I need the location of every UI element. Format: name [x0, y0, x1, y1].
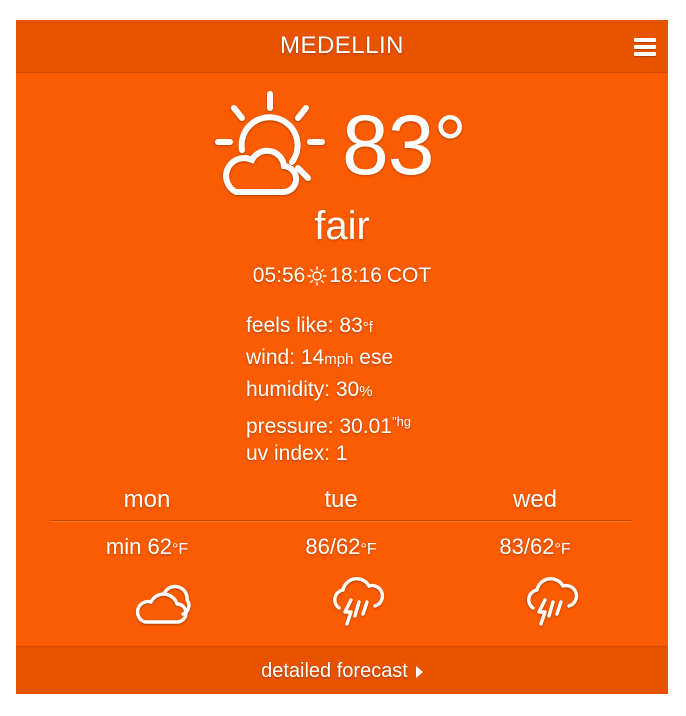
uv-index-label: uv index:: [246, 442, 331, 465]
feels-like-label: feels like:: [246, 314, 334, 337]
wind-direction: ese: [359, 346, 394, 369]
forecast-unit: °F: [554, 541, 571, 558]
forecast-section: mon tue wed min 62°F 86/62°F 83/62°F: [50, 486, 632, 636]
humidity-row: humidity: 30%: [246, 374, 411, 406]
detailed-forecast-link[interactable]: detailed forecast: [16, 646, 668, 694]
wind-speed: 14: [300, 346, 325, 369]
uv-index-row: uv index: 1: [246, 438, 411, 470]
thunderstorm-icon: [527, 577, 579, 626]
thunderstorm-icon: [333, 577, 385, 626]
humidity-label: humidity:: [246, 378, 331, 401]
forecast-temps-mon-value: min 62: [105, 534, 172, 559]
humidity-unit: %: [359, 383, 373, 400]
sun-times: 05:56 18:16 COT: [16, 264, 668, 288]
details-list: feels like: 83°f wind: 14mph ese humidit…: [246, 310, 411, 470]
city-title: MEDELLIN: [279, 32, 405, 59]
forecast-temps-tue: 86/62°F: [244, 534, 438, 560]
forecast-day-wed: wed: [512, 486, 558, 513]
detailed-forecast-label: detailed forecast: [261, 659, 408, 682]
cloudy-icon: [135, 584, 191, 624]
header-bar: MEDELLIN: [16, 20, 668, 73]
forecast-temps-tue-value: 86/62: [305, 534, 361, 559]
caret-right-icon: [415, 666, 423, 678]
pressure-value: 30.01: [339, 415, 392, 438]
pressure-row: pressure: 30.01"hg: [246, 406, 411, 438]
forecast-temps-mon: min 62°F: [50, 534, 244, 560]
forecast-temps-wed-value: 83/62: [499, 534, 555, 559]
feels-like-row: feels like: 83°f: [246, 310, 411, 342]
forecast-divider: [50, 520, 632, 521]
forecast-unit: °F: [360, 541, 377, 558]
humidity-value: 30: [335, 378, 360, 401]
partly-cloudy-day-icon: [215, 91, 325, 196]
current-temperature: 83°: [342, 98, 467, 192]
feels-like-value: 83: [339, 314, 363, 337]
forecast-unit: °F: [171, 541, 189, 558]
wind-unit: mph: [324, 351, 354, 368]
feels-like-unit: °f: [362, 319, 373, 336]
uv-index-value: 1: [335, 442, 348, 465]
condition-text: fair: [314, 204, 370, 248]
weather-widget: MEDELLIN 83° fair 05:56 18:16 COT feels …: [16, 20, 668, 694]
forecast-day-tue: tue: [324, 486, 358, 513]
pressure-unit: "hg: [391, 414, 412, 429]
forecast-day-mon: mon: [123, 486, 171, 513]
timezone: COT: [386, 264, 432, 287]
sunset-time: 18:16: [329, 264, 382, 287]
forecast-temps-wed: 83/62°F: [438, 534, 632, 560]
hamburger-menu-icon[interactable]: [634, 38, 656, 56]
wind-row: wind: 14mph ese: [246, 342, 411, 374]
wind-label: wind:: [246, 346, 296, 369]
sun-icon: [307, 266, 328, 286]
pressure-label: pressure:: [246, 415, 334, 438]
sunrise-time: 05:56: [252, 264, 306, 287]
